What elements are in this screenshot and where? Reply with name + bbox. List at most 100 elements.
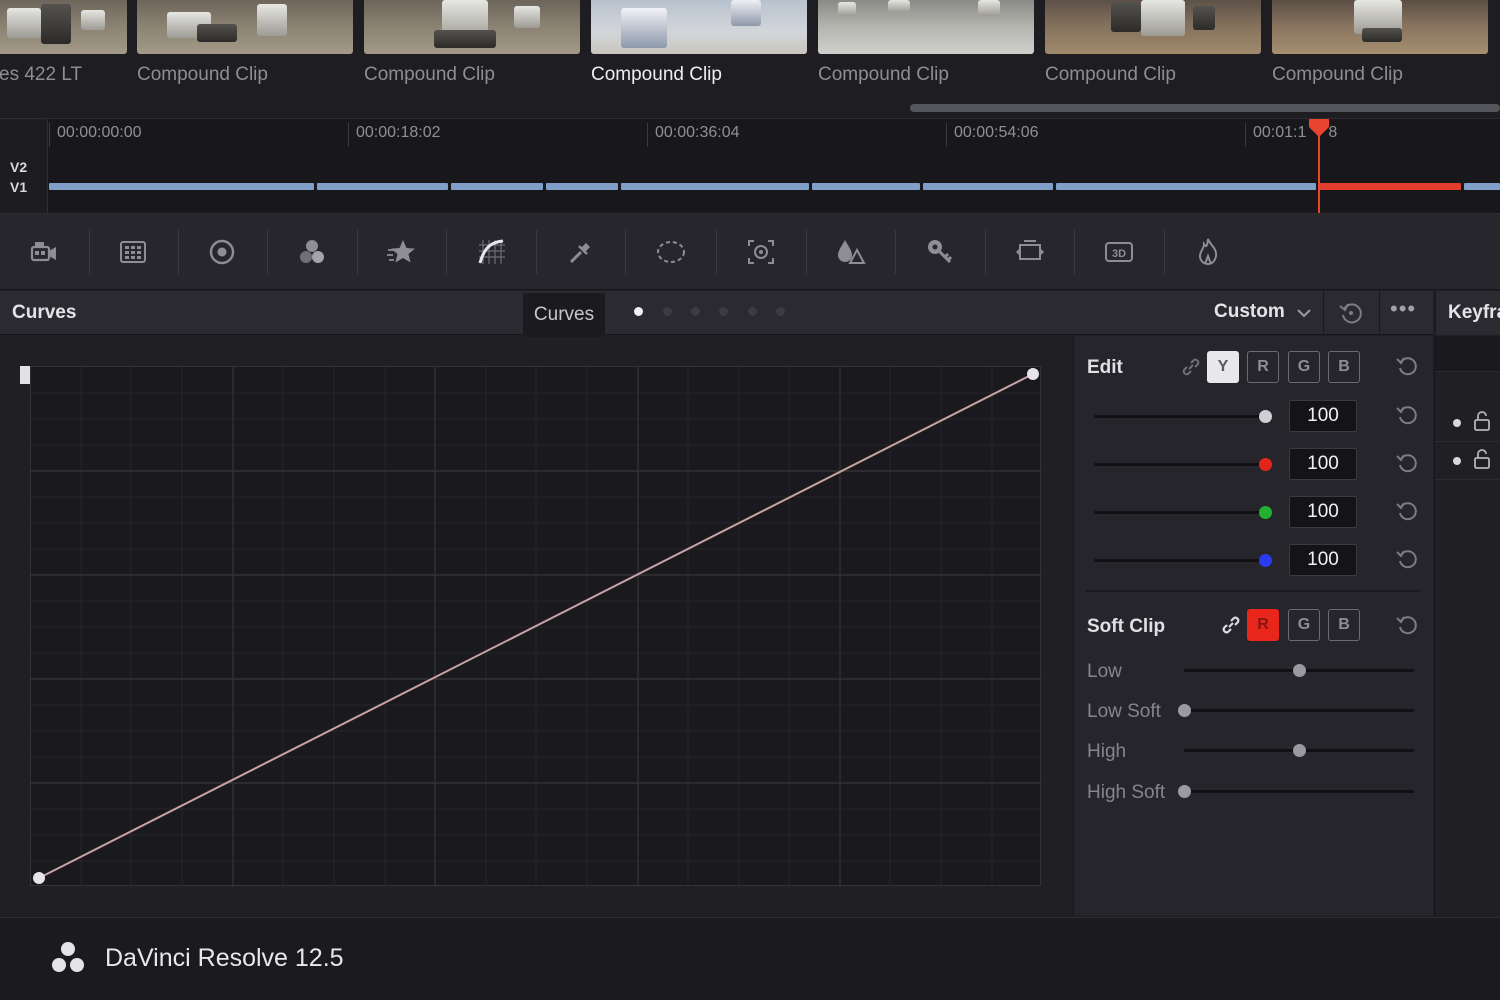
lock-icon[interactable] [1471,410,1493,432]
soft-clip-slider-track[interactable] [1184,709,1414,712]
slider-knob-b[interactable] [1259,554,1272,567]
color-match-icon[interactable] [113,234,153,270]
page-dot[interactable] [719,307,728,316]
clip-name: Compound Clip [818,64,949,85]
reset-icon[interactable] [1395,547,1419,571]
curve-mode-dropdown[interactable]: Custom [1214,301,1285,323]
timeline-clip[interactable] [546,183,618,190]
window-icon[interactable] [651,234,691,270]
more-options-icon[interactable]: ••• [1390,298,1422,325]
channel-r-button[interactable]: R [1247,351,1279,383]
timeline-clip[interactable] [49,183,314,190]
channel-b-button[interactable]: B [1328,351,1360,383]
sizing-icon[interactable] [1010,234,1050,270]
blur-icon[interactable] [830,234,870,270]
reset-icon[interactable] [1395,451,1419,475]
value-field-r[interactable]: 100 [1289,448,1357,480]
soft-clip-row-label: High Soft [1087,782,1166,803]
timeline-clip[interactable] [812,183,920,190]
page-dot[interactable] [663,307,672,316]
track-header: V2 V1 [0,119,48,213]
curve-point-white [1027,368,1039,380]
stereo-3d-icon[interactable]: 3D [1099,234,1139,270]
slider-knob-r[interactable] [1259,458,1272,471]
value-field-y[interactable]: 100 [1289,400,1357,432]
soft-clip-slider-knob[interactable] [1292,744,1306,757]
tracker-icon[interactable] [741,234,781,270]
timeline-clip[interactable] [451,183,543,190]
timeline-clip[interactable] [1464,183,1500,190]
soft-clip-r-button[interactable]: R [1247,609,1279,641]
slider-knob-y[interactable] [1259,410,1272,423]
page-dot[interactable] [691,307,700,316]
channel-y-button[interactable]: Y [1207,351,1239,383]
timeline-clip[interactable] [621,183,809,190]
soft-clip-slider-knob[interactable] [1292,664,1306,677]
slider-track-g[interactable] [1094,511,1266,514]
curves-icon[interactable] [471,234,511,270]
reset-icon[interactable] [1395,613,1419,637]
toolbar-divider [985,230,986,274]
slider-track-r[interactable] [1094,463,1266,466]
keyframe-track-row[interactable] [1435,442,1500,480]
camera-raw-icon[interactable] [24,234,64,270]
lock-icon[interactable] [1471,448,1493,470]
curve-graph[interactable] [30,366,1042,887]
timeline-clip[interactable] [923,183,1053,190]
value-field-g[interactable]: 100 [1289,496,1357,528]
page-dot[interactable] [776,307,785,316]
page-dot[interactable] [748,307,757,316]
clip-preview-image [137,0,353,54]
color-wheels-icon[interactable] [202,234,242,270]
page-dot-active[interactable] [634,307,643,316]
clip-preview-image [0,0,127,54]
rgb-mixer-icon[interactable] [292,234,332,270]
link-icon[interactable] [1220,614,1242,636]
reset-icon[interactable] [1395,403,1419,427]
value-field-b[interactable]: 100 [1289,544,1357,576]
link-icon[interactable] [1180,356,1202,378]
toolbar-divider [178,230,179,274]
clip-thumbnail[interactable]: Compound Clip [1272,0,1488,118]
reset-icon[interactable] [1395,354,1419,378]
clip-thumbnail[interactable]: Compound Clip [364,0,580,118]
clip-thumbnail[interactable]: es 422 LT [0,0,127,118]
reset-all-icon[interactable] [1338,300,1364,326]
keyframe-track-row[interactable] [1435,404,1500,442]
timeline-clip-current[interactable] [1318,183,1461,190]
toolbar-divider [357,230,358,274]
slider-knob-g[interactable] [1259,506,1272,519]
motion-effects-icon[interactable] [381,234,421,270]
clip-preview-image [818,0,1034,54]
curve-point-black [33,872,45,884]
key-icon[interactable] [919,234,959,270]
clip-thumbnail[interactable]: Compound Clip [818,0,1034,118]
soft-clip-b-button[interactable]: B [1328,609,1360,641]
effects-icon[interactable] [1188,234,1228,270]
channel-g-button[interactable]: G [1288,351,1320,383]
slider-track-b[interactable] [1094,559,1266,562]
slider-track-y[interactable] [1094,415,1266,418]
soft-clip-slider-knob[interactable] [1177,785,1191,798]
mini-timeline[interactable]: V2 V1 00:00:00:00 00:00:18:02 00:00:36:0… [0,118,1500,214]
keyframes-ruler [1435,336,1500,372]
clip-name: Compound Clip [364,64,495,85]
soft-clip-slider-knob[interactable] [1177,704,1191,717]
curve-grid[interactable] [31,367,1042,887]
reset-icon[interactable] [1395,499,1419,523]
timeline-clip[interactable] [317,183,448,190]
soft-clip-slider-track[interactable] [1184,790,1414,793]
clip-name: Compound Clip [137,64,268,85]
toolbar-divider [1074,230,1075,274]
playhead-handle[interactable] [1307,119,1331,139]
clip-thumbnail[interactable]: Compound Clip [137,0,353,118]
keyframe-dot[interactable] [1453,419,1461,427]
soft-clip-g-button[interactable]: G [1288,609,1320,641]
chevron-down-icon[interactable] [1294,303,1314,323]
keyframe-dot[interactable] [1453,457,1461,465]
timeline-clip[interactable] [1056,183,1316,190]
clip-thumbnail-selected[interactable]: Compound Clip [591,0,807,118]
clip-strip-scrollbar[interactable] [910,104,1500,112]
clip-thumbnail[interactable]: Compound Clip [1045,0,1261,118]
qualifier-icon[interactable] [560,234,600,270]
